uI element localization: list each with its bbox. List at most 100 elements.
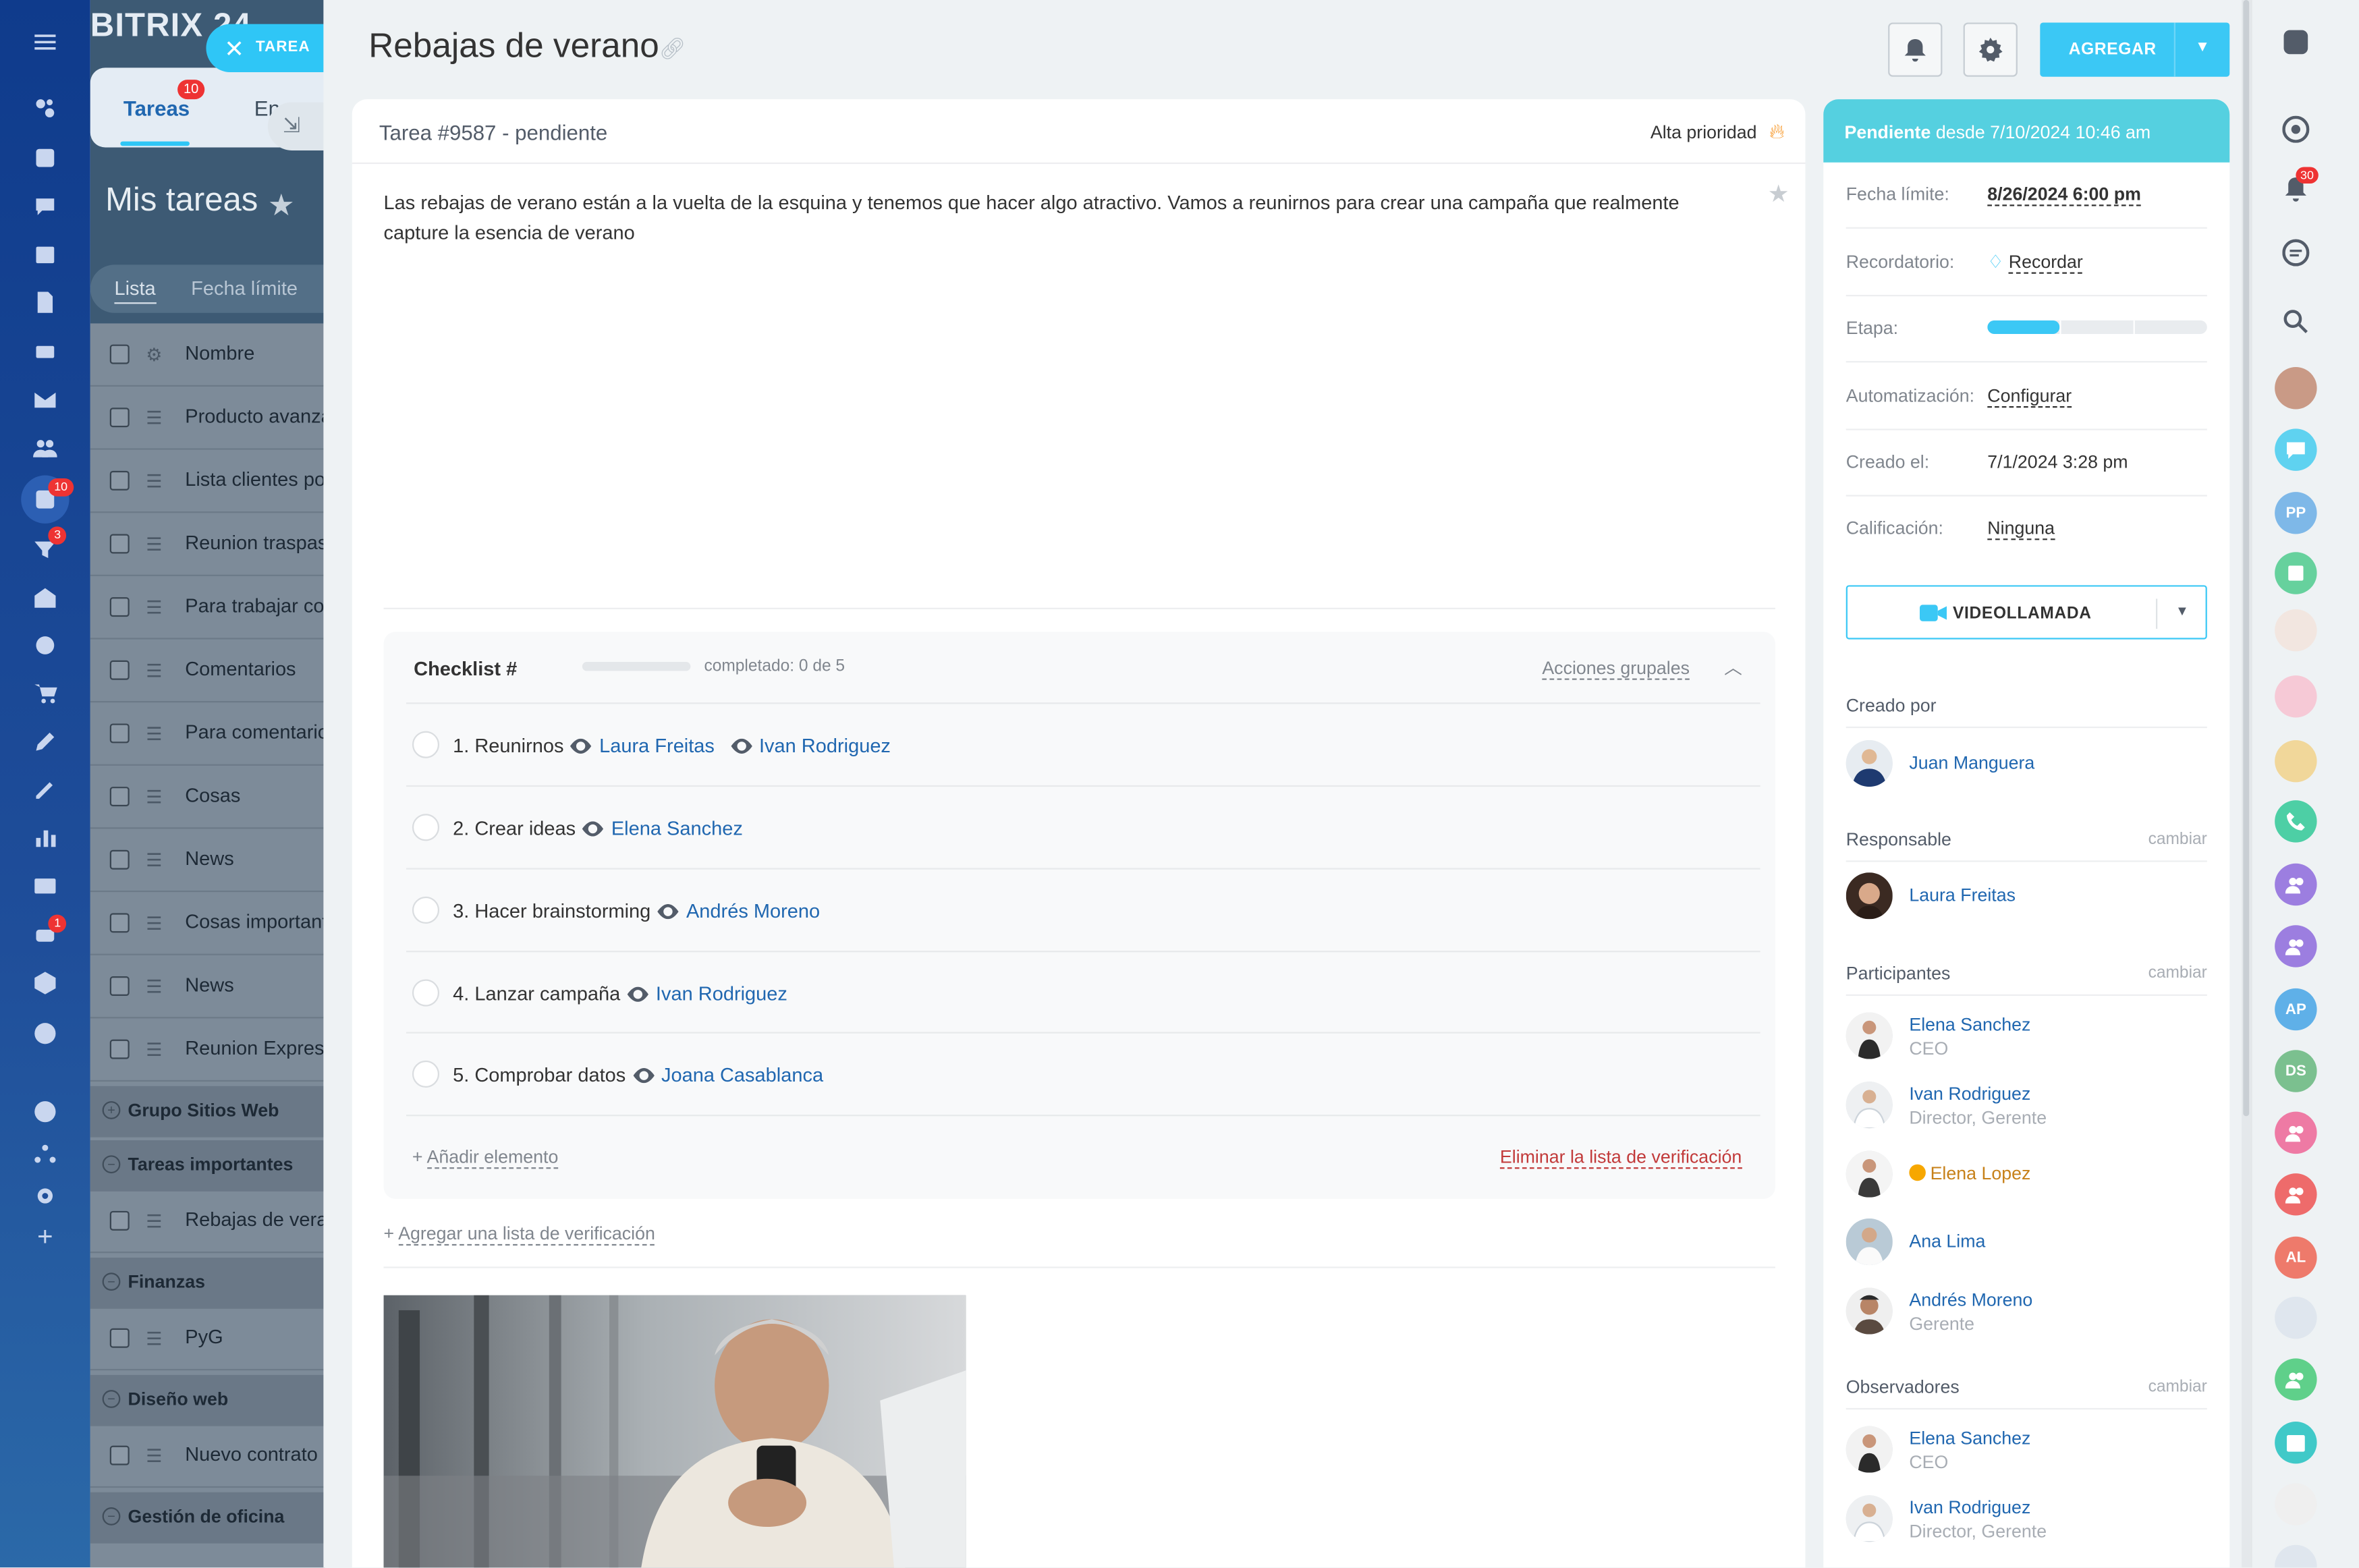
row-checkbox[interactable] (109, 597, 130, 617)
group-header[interactable]: − Diseño web (90, 1374, 325, 1426)
observer[interactable]: Ivan Rodriguez Director, Gerente (1845, 1492, 2207, 1546)
table-row[interactable]: ☰ Para trabajar con (90, 576, 335, 640)
person-name-link[interactable]: Elena Sanchez (1909, 1428, 2030, 1449)
checklist-person-link[interactable]: Joana Casablanca (661, 1063, 823, 1086)
checklist-item-title[interactable]: 2. Crear ideas (453, 817, 576, 839)
drag-icon[interactable]: ☰ (146, 976, 162, 997)
checklist-item-checkbox[interactable] (412, 1060, 440, 1088)
row-checkbox[interactable] (109, 408, 130, 428)
table-row[interactable]: ☰ Lista clientes potenciales (90, 450, 402, 513)
avatar[interactable] (1845, 872, 1893, 920)
news-avatar[interactable] (2275, 552, 2317, 594)
drag-icon[interactable]: ☰ (146, 787, 162, 808)
avatar[interactable] (1845, 1287, 1893, 1335)
box-icon[interactable] (30, 968, 61, 998)
person-created-by[interactable]: Juan Manguera (1845, 737, 2207, 791)
add-checklist-link[interactable]: + Agregar una lista de verificación (384, 1223, 655, 1246)
avatar-initials[interactable]: AP (2275, 988, 2317, 1031)
group-avatar[interactable] (2275, 863, 2317, 906)
edit-icon[interactable] (30, 727, 61, 757)
person-name-link[interactable]: Ivan Rodriguez (1909, 1083, 2030, 1104)
person-name-link[interactable]: Ivan Rodriguez (1909, 1496, 2030, 1517)
checklist-item[interactable]: 3. Hacer brainstorming Andrés Moreno (406, 868, 1760, 951)
automation-link[interactable]: Configurar (1987, 385, 2072, 408)
row-checkbox[interactable] (109, 534, 130, 554)
group-avatar[interactable] (2275, 1358, 2317, 1401)
news-icon[interactable] (30, 143, 61, 173)
drag-icon[interactable]: ☰ (146, 1328, 162, 1349)
person-name[interactable]: Elena Lopez (1931, 1163, 2031, 1183)
table-row[interactable]: ☰ News (90, 955, 325, 1019)
users-icon[interactable] (30, 433, 61, 464)
reminder-link[interactable]: Recordar (2008, 251, 2083, 274)
checklist-item[interactable]: 5. Comprobar datos Joana Casablanca (406, 1032, 1760, 1115)
row-checkbox[interactable] (109, 660, 130, 680)
company-icon[interactable] (30, 582, 61, 613)
group-actions-link[interactable]: Acciones grupales (1542, 657, 1690, 680)
mail-icon[interactable] (30, 385, 61, 416)
view-tab-deadline[interactable]: Fecha límite (191, 277, 298, 299)
table-row[interactable]: ☰ Cosas (90, 766, 325, 829)
help-icon[interactable] (2281, 27, 2311, 57)
person-responsible[interactable]: Laura Freitas (1845, 870, 2207, 924)
row-checkbox[interactable] (109, 470, 130, 491)
avatar-initials[interactable]: AL (2275, 1236, 2317, 1279)
contacts-icon[interactable] (30, 871, 61, 901)
chevron-circle-icon[interactable] (30, 1018, 61, 1048)
change-responsible-link[interactable]: cambiar (2148, 831, 2207, 849)
select-all-checkbox[interactable] (109, 344, 130, 364)
minimize-slider-button[interactable]: ⇲ (267, 102, 329, 150)
fire-icon[interactable]: 🔥︎ (1769, 119, 1785, 144)
participant[interactable]: Ivan Rodriguez Director, Gerente (1845, 1079, 2207, 1133)
checklist-person-link[interactable]: Elena Sanchez (611, 817, 743, 839)
participant[interactable]: Elena Sanchez CEO (1845, 1009, 2207, 1063)
table-row[interactable]: ☰ Cosas importantes (90, 892, 348, 955)
checklist-person-link[interactable]: Andrés Moreno (686, 899, 820, 922)
person-name-link[interactable]: Juan Manguera (1909, 752, 2034, 773)
observer[interactable]: Elena Sanchez CEO (1845, 1423, 2207, 1477)
avatar[interactable] (2275, 1296, 2317, 1339)
participant[interactable]: Ana Lima (1845, 1216, 2207, 1270)
row-checkbox[interactable] (109, 1039, 130, 1059)
document-icon[interactable] (30, 287, 61, 318)
row-title[interactable]: Reunion traspaso (185, 531, 338, 553)
table-row[interactable]: ☰ Reunion Express (90, 1018, 334, 1082)
menu-icon[interactable] (30, 27, 61, 57)
row-title[interactable]: Cosas (185, 784, 240, 806)
participant[interactable]: Elena Lopez (1845, 1148, 2207, 1202)
group-avatar[interactable] (2275, 925, 2317, 968)
videocall-button[interactable]: VIDEOLLAMADA ▼ (1845, 585, 2207, 640)
phone-avatar[interactable] (2275, 800, 2317, 843)
change-participants-link[interactable]: cambiar (2148, 964, 2207, 982)
gear-icon[interactable]: ⚙ (146, 345, 162, 366)
checklist-person-link[interactable]: Ivan Rodriguez (759, 734, 891, 756)
avatar[interactable] (1845, 1426, 1893, 1473)
notification-button[interactable] (1888, 22, 1943, 77)
checklist-item[interactable]: 2. Crear ideas Elena Sanchez (406, 785, 1760, 868)
row-title[interactable]: News (185, 847, 233, 869)
avatar[interactable] (2275, 739, 2317, 783)
change-observers-link[interactable]: cambiar (2148, 1378, 2207, 1396)
person-name-link[interactable]: Elena Lopez (1909, 1163, 2031, 1184)
avatar-initials[interactable]: DS (2275, 1050, 2317, 1092)
delete-checklist-link[interactable]: Eliminar la lista de verificación (1499, 1146, 1742, 1169)
collapse-icon[interactable]: − (102, 1390, 121, 1408)
table-row[interactable]: ☰ Para comentarios (90, 702, 338, 766)
drag-icon[interactable]: ☰ (146, 1211, 162, 1232)
attached-photo[interactable] (383, 1295, 966, 1568)
drag-icon[interactable]: ☰ (146, 471, 162, 492)
drag-icon[interactable]: ☰ (146, 408, 162, 428)
add-icon[interactable]: + (30, 1221, 61, 1252)
table-row[interactable]: ☰ Reunion traspaso (90, 513, 338, 576)
row-title[interactable]: PyG (185, 1325, 223, 1347)
checklist-item-checkbox[interactable] (412, 896, 440, 924)
table-row[interactable]: ☰ News (90, 829, 325, 893)
collapse-icon[interactable]: − (102, 1272, 121, 1291)
tab-tareas[interactable]: Tareas (123, 96, 190, 121)
avatar[interactable] (1845, 1218, 1893, 1266)
checklist-item[interactable]: 1. Reunirnos Laura Freitas Ivan Rodrigue… (406, 702, 1760, 785)
deadline-value[interactable]: 8/26/2024 6:00 pm (1987, 184, 2141, 206)
checklist-item-checkbox[interactable] (412, 814, 440, 841)
row-checkbox[interactable] (109, 1210, 130, 1231)
link-icon[interactable]: 🔗︎ (659, 36, 686, 62)
